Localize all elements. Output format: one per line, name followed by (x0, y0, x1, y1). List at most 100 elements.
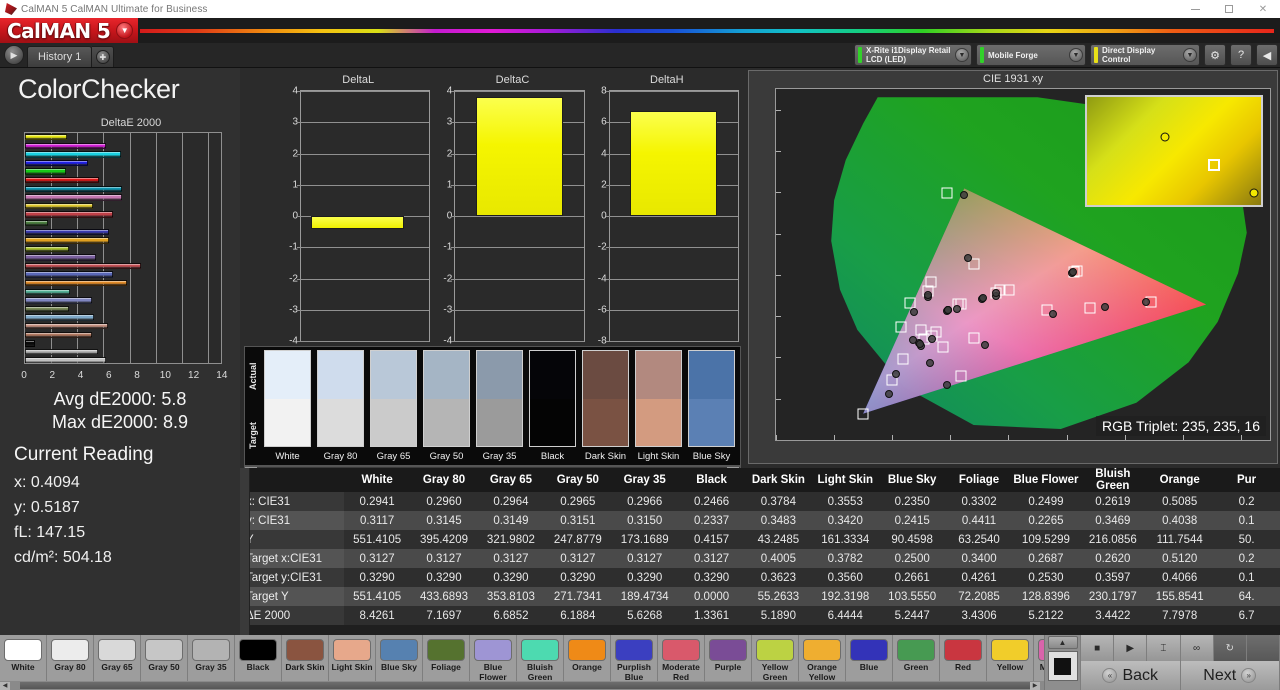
palette-chip (662, 639, 700, 661)
stop-button[interactable]: ■ (1081, 635, 1114, 661)
axis-tick (776, 435, 777, 440)
table-row-header: Target Y (240, 587, 344, 606)
swatch-cell[interactable]: Gray 50 (420, 347, 473, 465)
palette-label: Gray 50 (148, 663, 179, 673)
palette-scroll-thumb[interactable] (20, 682, 1030, 689)
swatch-cell[interactable]: Black (526, 347, 579, 465)
tab-history-1[interactable]: History 1 (27, 46, 92, 67)
table-column-header[interactable]: Black (678, 468, 745, 492)
table-column-header[interactable]: Dark Skin (745, 468, 812, 492)
chevron-down-icon[interactable]: ▼ (1069, 48, 1083, 62)
palette-scroll-right-icon[interactable]: ▶ (1030, 682, 1040, 690)
reading-y: y: 0.5187 (14, 495, 240, 520)
chevron-down-icon[interactable]: ▼ (1183, 48, 1197, 62)
swatch-target (583, 399, 628, 447)
table-cell: 55.2633 (745, 587, 812, 606)
table-cell: 0.4157 (678, 530, 745, 549)
chevron-down-icon[interactable]: ▼ (116, 22, 133, 39)
swatch-label: Dark Skin (582, 447, 629, 465)
swatch-axis-actual: Actual (245, 347, 261, 406)
cie-measured-marker (953, 305, 961, 313)
table-cell: 0.3151 (544, 511, 611, 530)
table-cell: 155.8541 (1146, 587, 1213, 606)
palette-scrollbar[interactable]: ◀ ▶ (0, 681, 1044, 690)
table-column-header[interactable]: Pur (1213, 468, 1280, 492)
delta-e-bar (25, 194, 122, 200)
refresh-button[interactable]: ↻ (1214, 635, 1247, 661)
table-corner (240, 468, 344, 492)
table-cell: 5.1890 (745, 606, 812, 625)
cie-plot-area[interactable]: RGB Triplet: 235, 235, 16 0.10.20.30.40.… (775, 88, 1271, 441)
swatch-cell[interactable]: Light Skin (632, 347, 685, 465)
source-dropdown-label: Mobile Forge (988, 51, 1069, 60)
table-cell: 192.3198 (812, 587, 879, 606)
swatch-cell[interactable]: White (261, 347, 314, 465)
collapse-button[interactable]: ◀ (1256, 44, 1278, 66)
source-dropdown[interactable]: Mobile Forge ▼ (976, 44, 1086, 66)
swatch-cell[interactable]: Gray 65 (367, 347, 420, 465)
table-cell: 0.4411 (946, 511, 1013, 530)
table-column-header[interactable]: Foliage (946, 468, 1013, 492)
axis-tick (451, 279, 455, 280)
target-button-group: ▲ (1044, 635, 1080, 690)
swatch-cell[interactable]: Gray 80 (314, 347, 367, 465)
meter-dropdown[interactable]: X-Rite i1Display Retail LCD (LED) ▼ (854, 44, 972, 66)
maximize-button[interactable] (1212, 0, 1246, 18)
gridline (301, 341, 429, 342)
axis-tick (776, 316, 781, 317)
target-square-icon[interactable] (1048, 651, 1078, 681)
palette-label: Moderate Red (662, 663, 700, 682)
delta-e-bar (25, 332, 92, 338)
cie-target-marker (858, 408, 869, 419)
palette-expand-button[interactable]: ▲ (1048, 636, 1078, 649)
table-column-header[interactable]: Gray 80 (411, 468, 478, 492)
table-column-header[interactable]: Gray 35 (611, 468, 678, 492)
minimize-button[interactable] (1178, 0, 1212, 18)
cie-target-marker (895, 322, 906, 333)
table-column-header[interactable]: White (344, 468, 411, 492)
inset-target-marker (1208, 159, 1220, 171)
table-cell: 0.3127 (411, 549, 478, 568)
power-button[interactable] (1247, 635, 1280, 661)
gridline (301, 91, 429, 92)
add-tab-button[interactable]: ✚ (92, 46, 114, 67)
delta-e-bar-row (25, 340, 221, 346)
palette-scroll-left-icon[interactable]: ◀ (0, 682, 10, 690)
play-icon[interactable]: ▶ (4, 45, 24, 65)
table-column-header[interactable]: Bluish Green (1079, 468, 1146, 492)
table-column-header[interactable]: Gray 50 (544, 468, 611, 492)
meter-status-led (858, 47, 862, 63)
table-cell: 0.2 (1213, 492, 1280, 511)
pause-marker-button[interactable]: ⌶ (1147, 635, 1180, 661)
chevron-down-icon[interactable]: ▼ (955, 48, 969, 62)
calman-logo[interactable]: CalMAN 5 ▼ (0, 18, 138, 43)
axis-tick (1008, 435, 1009, 440)
gridline (610, 216, 738, 217)
gridline (610, 247, 738, 248)
table-column-header[interactable]: Blue Flower (1012, 468, 1079, 492)
display-control-dropdown[interactable]: Direct Display Control ▼ (1090, 44, 1200, 66)
table-cell: 271.7341 (544, 587, 611, 606)
settings-button[interactable]: ⚙ (1204, 44, 1226, 66)
cie-measured-marker (916, 340, 924, 348)
table-column-header[interactable]: Orange (1146, 468, 1213, 492)
continuous-button[interactable]: ∞ (1181, 635, 1214, 661)
close-button[interactable]: ✕ (1246, 0, 1280, 18)
play-button[interactable]: ▶ (1114, 635, 1147, 661)
swatch-cell[interactable]: Dark Skin (579, 347, 632, 465)
swatch-cell[interactable]: Blue Sky (685, 347, 738, 465)
help-button[interactable]: ? (1230, 44, 1252, 66)
back-button[interactable]: « Back (1081, 661, 1181, 690)
delta-e-bar (25, 271, 113, 277)
table-column-header[interactable]: Light Skin (812, 468, 879, 492)
measurements-table[interactable]: WhiteGray 80Gray 65Gray 50Gray 35BlackDa… (240, 468, 1280, 635)
next-button[interactable]: Next » (1181, 661, 1280, 690)
table-column-header[interactable]: Blue Sky (879, 468, 946, 492)
swatch-target (530, 399, 575, 447)
table-cell: 0.4038 (1146, 511, 1213, 530)
table-column-header[interactable]: Gray 65 (477, 468, 544, 492)
gridline (301, 310, 429, 311)
delta-l-bar (311, 216, 403, 229)
table-cell: 551.4105 (344, 530, 411, 549)
swatch-cell[interactable]: Gray 35 (473, 347, 526, 465)
